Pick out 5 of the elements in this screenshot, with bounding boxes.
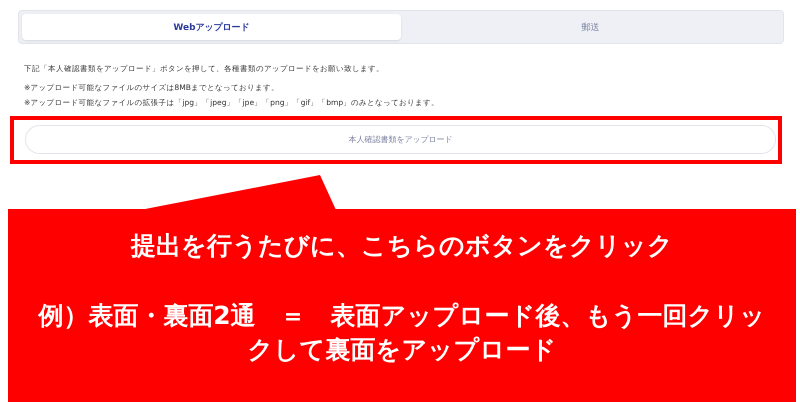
callout-text: 例）表面・裏面2通 ＝ 表面アップロード後、もう一回クリックして裏面をアップロード bbox=[36, 300, 767, 366]
callout-text: 提出を行うたびに、こちらのボタンをクリック bbox=[130, 230, 674, 262]
tab[interactable]: 郵送 bbox=[401, 14, 780, 40]
upload-button[interactable]: 本人確認書類をアップロード bbox=[25, 125, 776, 154]
tab[interactable]: Webアップロード bbox=[22, 14, 401, 40]
